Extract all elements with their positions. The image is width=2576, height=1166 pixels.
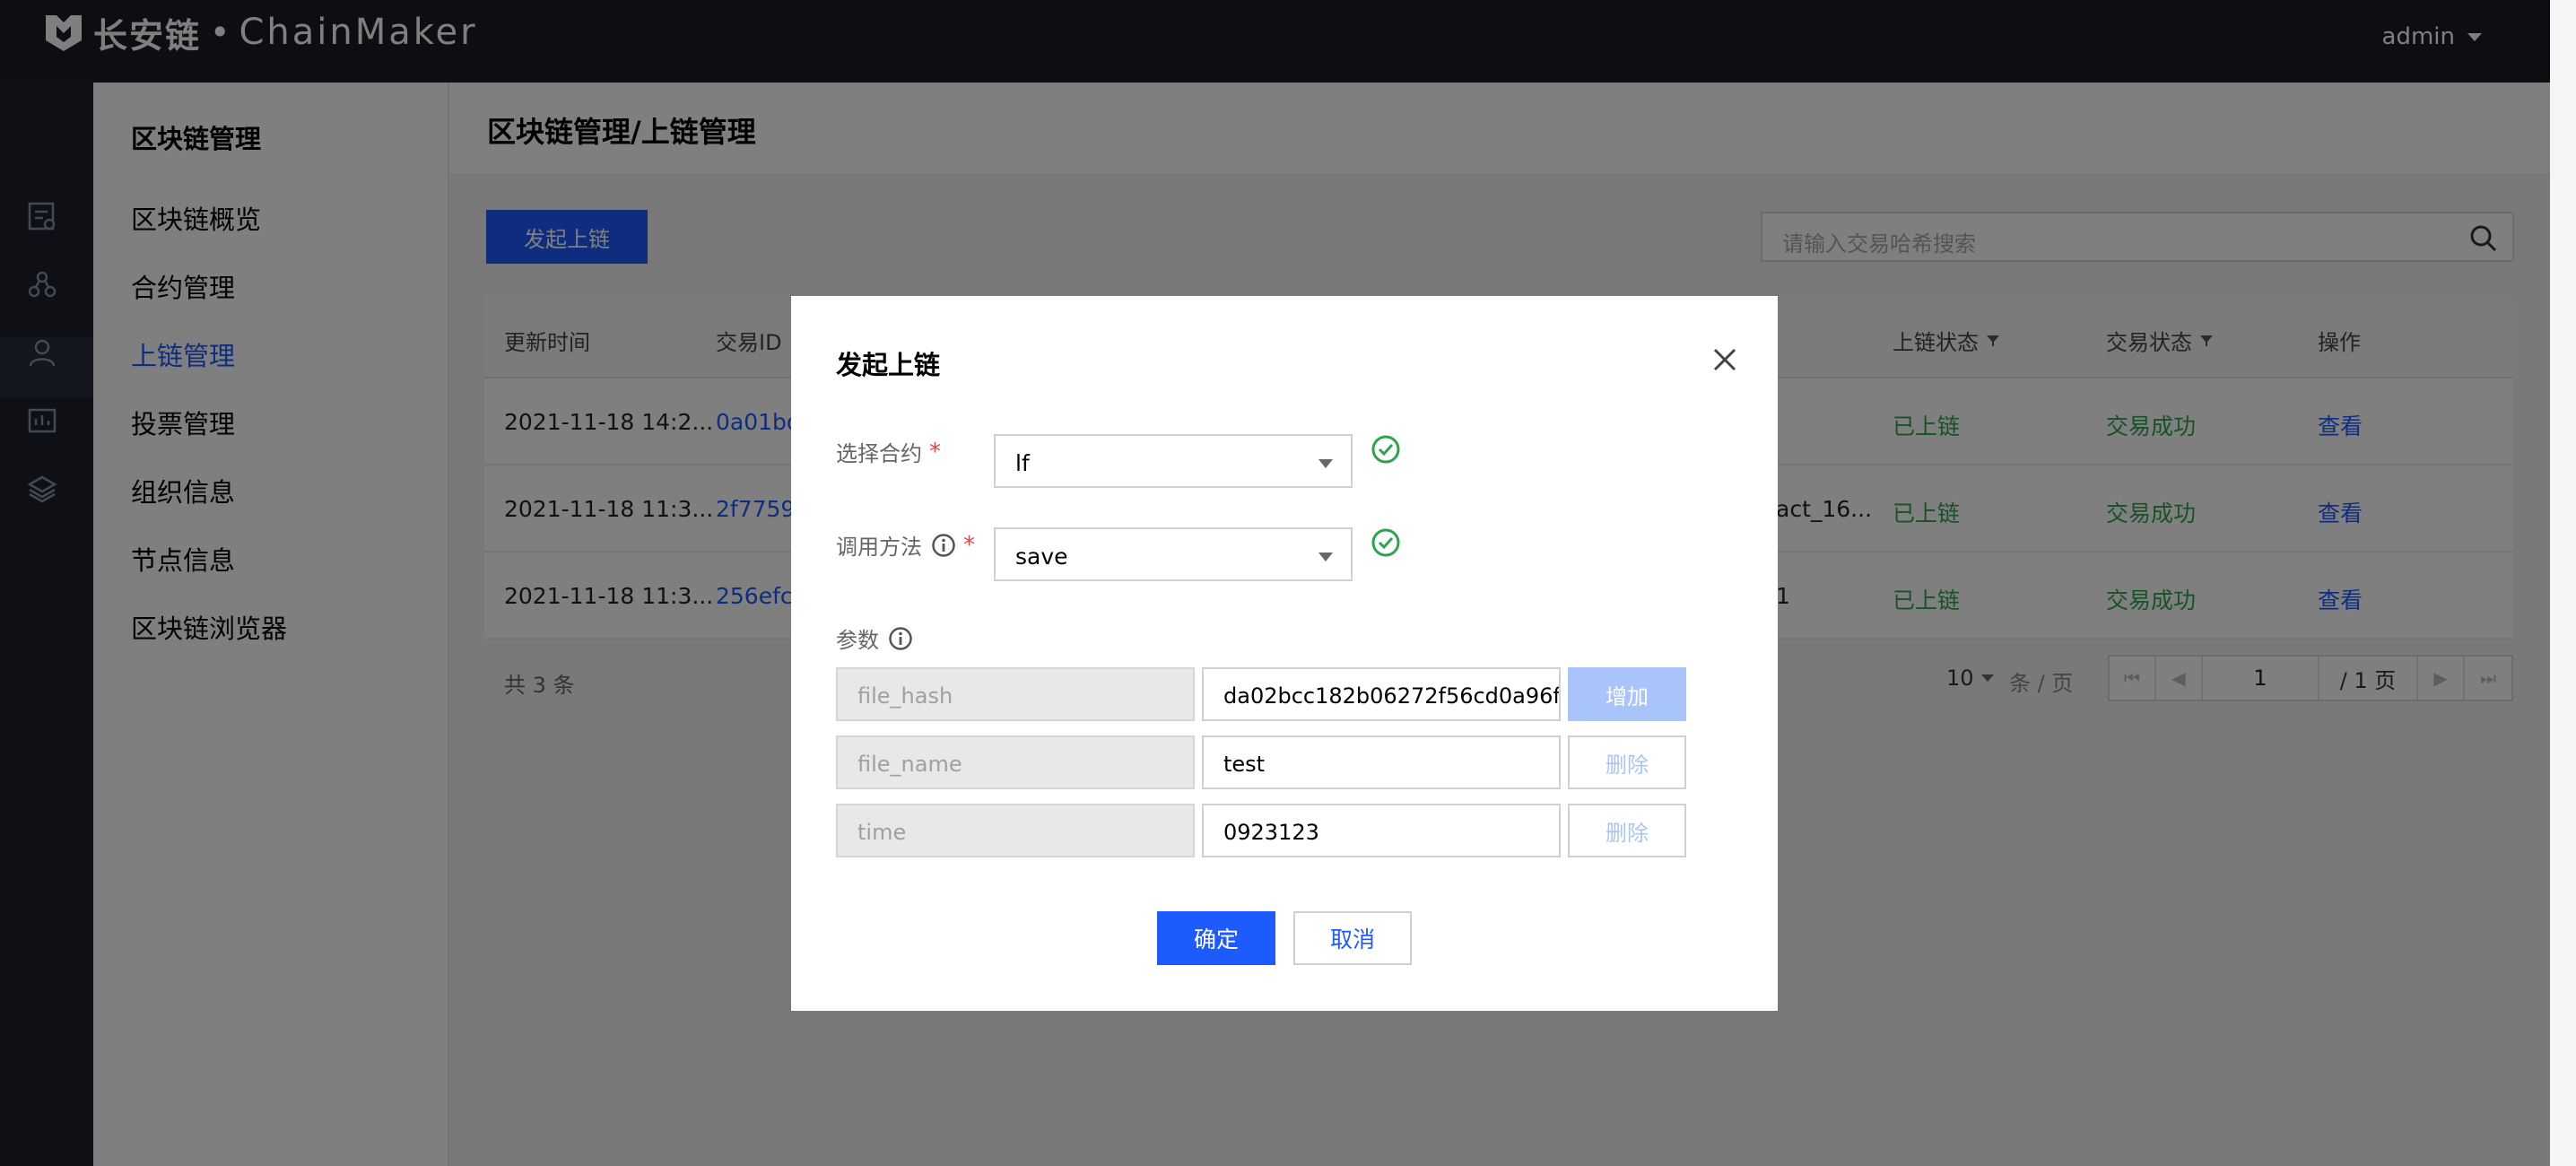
params-label: 参数 <box>836 622 913 654</box>
confirm-button[interactable]: 确定 <box>1157 911 1275 965</box>
method-select[interactable]: save <box>994 527 1353 581</box>
check-circle-icon <box>1371 435 1400 464</box>
info-icon[interactable] <box>931 533 956 558</box>
delete-param-button[interactable]: 删除 <box>1568 804 1686 857</box>
contract-select[interactable]: lf <box>994 434 1353 488</box>
required-marker: * <box>963 531 975 559</box>
param-key-field[interactable]: time <box>836 804 1195 857</box>
close-icon[interactable] <box>1711 346 1738 373</box>
dialog-title: 发起上链 <box>836 350 941 380</box>
contract-field-label: 选择合约 * <box>836 438 941 467</box>
chevron-down-icon <box>1318 459 1333 468</box>
param-key-field[interactable]: file_name <box>836 735 1195 789</box>
method-select-value: save <box>1015 544 1068 570</box>
start-onchain-dialog: 发起上链 选择合约 * lf 调用方法 * save 参数 file_hash … <box>791 296 1778 1011</box>
param-key-field[interactable]: file_hash <box>836 667 1195 721</box>
chevron-down-icon <box>1318 553 1333 561</box>
scrollbar-track[interactable] <box>2550 0 2576 1166</box>
param-value-field[interactable]: 0923123 <box>1202 804 1561 857</box>
delete-param-button[interactable]: 删除 <box>1568 735 1686 789</box>
contract-select-value: lf <box>1015 450 1030 476</box>
method-field-label: 调用方法 * <box>836 531 975 561</box>
add-param-button[interactable]: 增加 <box>1568 667 1686 721</box>
param-value-field[interactable]: test <box>1202 735 1561 789</box>
info-icon[interactable] <box>888 626 913 651</box>
param-value-field[interactable]: da02bcc182b06272f56cd0a96fb7 <box>1202 667 1561 721</box>
check-circle-icon <box>1371 528 1400 557</box>
required-marker: * <box>929 438 941 466</box>
cancel-button[interactable]: 取消 <box>1293 911 1412 965</box>
